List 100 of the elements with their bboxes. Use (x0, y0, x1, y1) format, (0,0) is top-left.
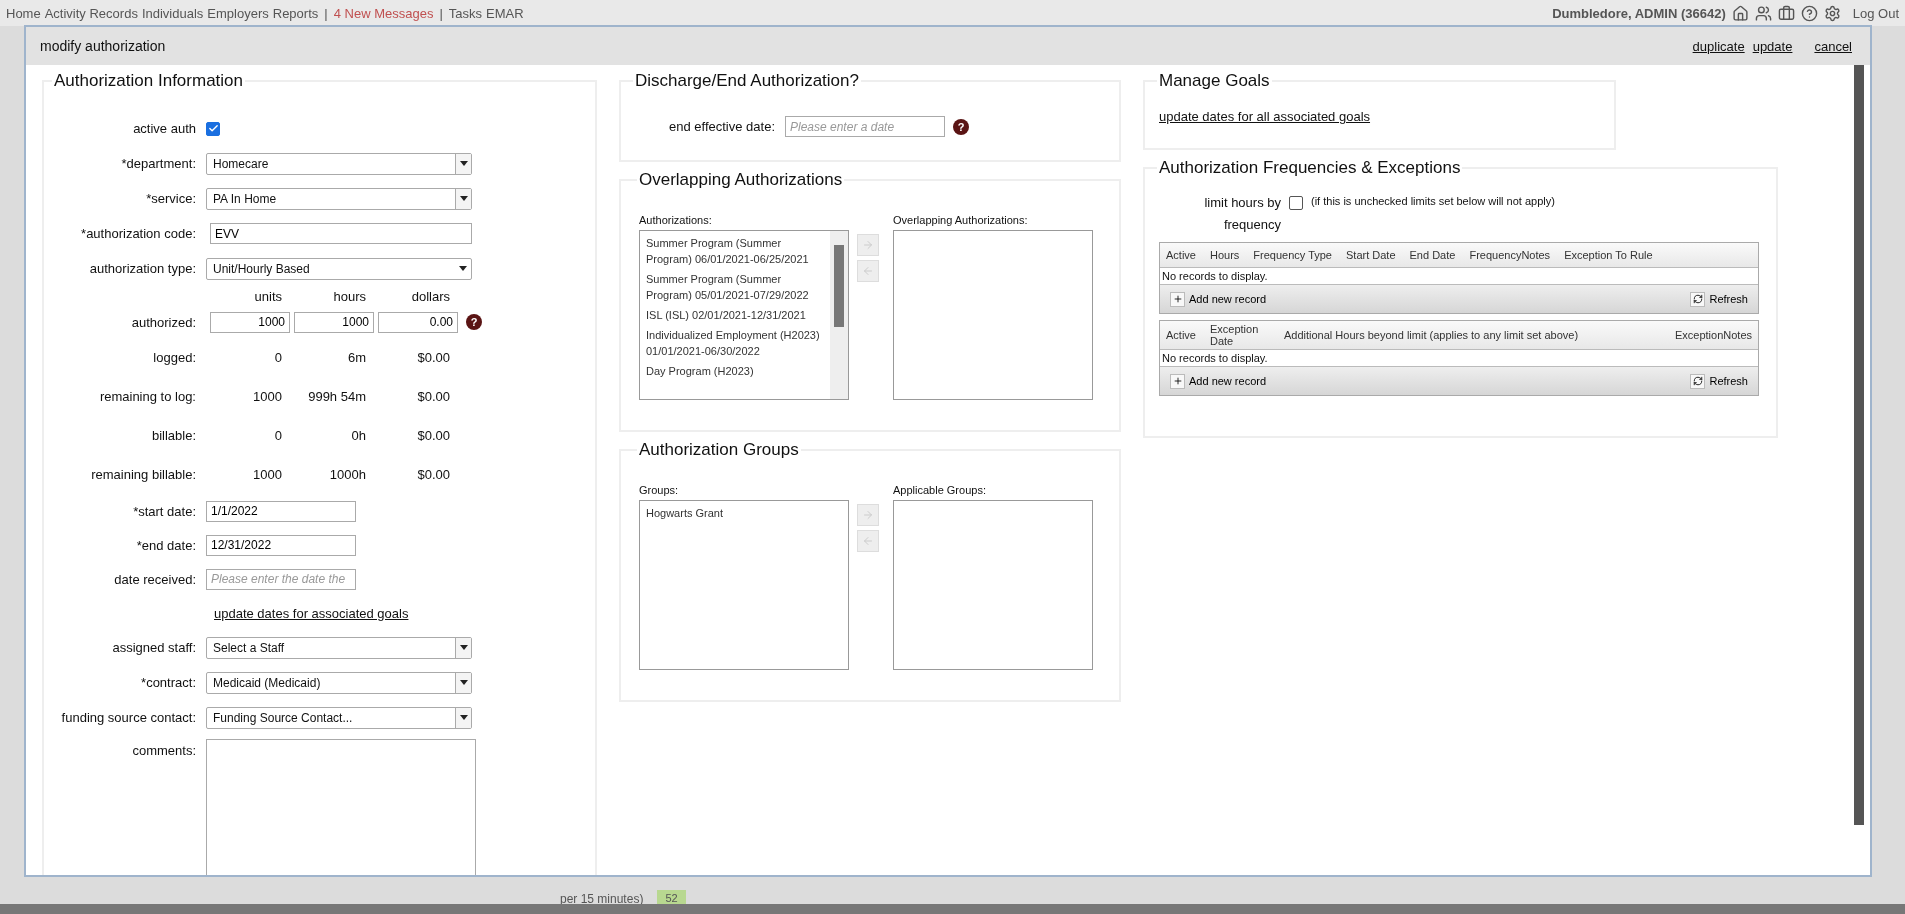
section-title: Authorization Information (53, 71, 244, 91)
caret-icon (459, 680, 468, 685)
amount-field[interactable]: 1000 (294, 311, 374, 333)
value-text: $0.00 (416, 467, 451, 482)
date-field[interactable]: 1/1/2022 (206, 500, 356, 522)
nav-link[interactable]: Tasks (448, 5, 482, 21)
field-label: limit hours by frequency (1203, 194, 1282, 234)
checkbox[interactable] (1289, 196, 1303, 210)
list-item[interactable]: Summer Program (Summer Program) 06/01/2021-06/25/2021 (646, 235, 824, 267)
nav-link[interactable]: Reports (272, 5, 319, 21)
briefcase-icon[interactable] (1777, 4, 1795, 22)
column-header: Additional Hours beyond limit (applies to any limit set above) (1283, 329, 1579, 341)
field-label: authorization type: (88, 261, 197, 276)
nav-link[interactable]: Employers (207, 5, 269, 21)
settings-icon[interactable] (1823, 4, 1841, 22)
messages-link[interactable]: 4 New Messages (333, 5, 434, 21)
background-text: per 15 minutes) (560, 892, 644, 906)
refresh-icon (1692, 294, 1703, 304)
header-link[interactable]: duplicate (1692, 38, 1745, 54)
value-text: 1000h (328, 467, 367, 482)
home-icon[interactable] (1731, 4, 1749, 22)
list-item[interactable]: Day Program (H2023) (646, 363, 824, 379)
nav-link[interactable]: Home (6, 5, 41, 21)
field-label: comments: (131, 742, 197, 758)
section-title: Overlapping Authorizations (638, 170, 844, 190)
column-header: Start Date (1346, 249, 1396, 261)
date-field[interactable]: Please enter a date (785, 116, 945, 137)
add-record-button[interactable]: Add new record (1170, 291, 1267, 307)
field-label: logged: (152, 350, 197, 365)
column-header: Active (1166, 249, 1196, 261)
plus-icon (1172, 376, 1183, 386)
header-link[interactable]: update (1752, 38, 1793, 54)
value-text: $0.00 (416, 428, 451, 443)
column-header: Hours (1209, 249, 1240, 261)
list-box[interactable] (639, 230, 849, 400)
field-label: *department: (120, 156, 197, 171)
value-text: 0 (273, 428, 283, 443)
logout-link[interactable]: Log Out (1852, 5, 1899, 21)
select-field[interactable]: Funding Source Contact... (206, 706, 472, 729)
help-icon[interactable]: ? (953, 118, 969, 135)
nav-link[interactable]: Individuals (141, 5, 204, 21)
column-header: dollars (410, 288, 451, 304)
people-icon[interactable] (1754, 4, 1772, 22)
section-title: Manage Goals (1158, 71, 1271, 91)
input-field[interactable]: EVV (210, 223, 472, 244)
arrow-right-icon (862, 239, 874, 251)
field-label: funding source contact: (60, 710, 197, 725)
scrollbar[interactable] (1854, 65, 1864, 825)
field-label: remaining billable: (90, 467, 197, 482)
date-field[interactable]: 12/31/2022 (206, 534, 356, 556)
header-link[interactable]: cancel (1814, 38, 1852, 54)
refresh-button[interactable]: Refresh (1690, 373, 1748, 389)
caret-icon (459, 645, 468, 650)
plus-icon (1172, 294, 1183, 304)
select-field[interactable]: Select a Staff (206, 636, 472, 659)
list-item[interactable]: ISL (ISL) 02/01/2021-12/31/2021 (646, 307, 824, 323)
refresh-button[interactable]: Refresh (1690, 291, 1748, 307)
select-field[interactable]: Homecare (206, 152, 472, 175)
help-icon[interactable] (1800, 4, 1818, 22)
value-text: 999h 54m (307, 389, 367, 404)
list-label: Groups: (639, 484, 680, 496)
amount-field[interactable]: 1000 (210, 311, 290, 333)
horizontal-scrollbar[interactable] (0, 904, 1905, 914)
list-label: Applicable Groups: (893, 484, 987, 496)
nav-link[interactable]: EMAR (486, 5, 524, 21)
select-field[interactable]: Unit/Hourly Based (206, 257, 472, 280)
scrollbar[interactable] (830, 231, 848, 399)
select-field[interactable]: PA In Home (206, 187, 472, 210)
field-label: *service: (145, 191, 197, 206)
list-item[interactable]: Individualized Employment (H2023) 01/01/2021-06/30/2022 (646, 327, 824, 359)
checkbox[interactable] (206, 121, 220, 136)
section-title: Discharge/End Authorization? (634, 71, 860, 91)
field-label: billable: (150, 428, 197, 443)
amount-field[interactable]: 0.00 (378, 311, 458, 333)
field-label: date received: (113, 571, 197, 587)
help-icon[interactable]: ? (466, 314, 482, 330)
caret-icon (459, 161, 468, 166)
list-item[interactable]: Hogwarts Grant (646, 505, 842, 521)
list-item[interactable]: Summer Program (Summer Program) 05/01/2021-07/29/2022 (646, 271, 824, 303)
update-goals-link[interactable]: update dates for all associated goals (1159, 109, 1371, 124)
update-goals-link[interactable]: update dates for associated goals (214, 605, 409, 621)
arrow-left-icon (862, 535, 874, 547)
list-box[interactable]: Hogwarts Grant (639, 500, 849, 670)
caret-icon (459, 266, 467, 271)
arrow-right-icon (862, 509, 874, 521)
add-record-button[interactable]: Add new record (1170, 373, 1267, 389)
select-field[interactable]: Medicaid (Medicaid) (206, 671, 472, 694)
column-header: End Date (1409, 249, 1456, 261)
comments-field[interactable] (206, 739, 476, 875)
column-header: ExceptionNotes (1674, 329, 1752, 341)
column-header: Exception To Rule (1564, 249, 1653, 261)
section-title: Authorization Groups (638, 440, 800, 460)
field-label: active auth (132, 121, 197, 136)
separator: | (324, 5, 328, 21)
field-label: remaining to log: (98, 389, 197, 404)
hint-text: (if this is unchecked limits set below will not apply) (1311, 195, 1555, 207)
column-header: Active (1166, 329, 1196, 341)
nav-link[interactable]: Activity Records (44, 5, 138, 21)
date-field[interactable]: Please enter the date the (206, 568, 356, 590)
refresh-icon (1692, 376, 1703, 386)
